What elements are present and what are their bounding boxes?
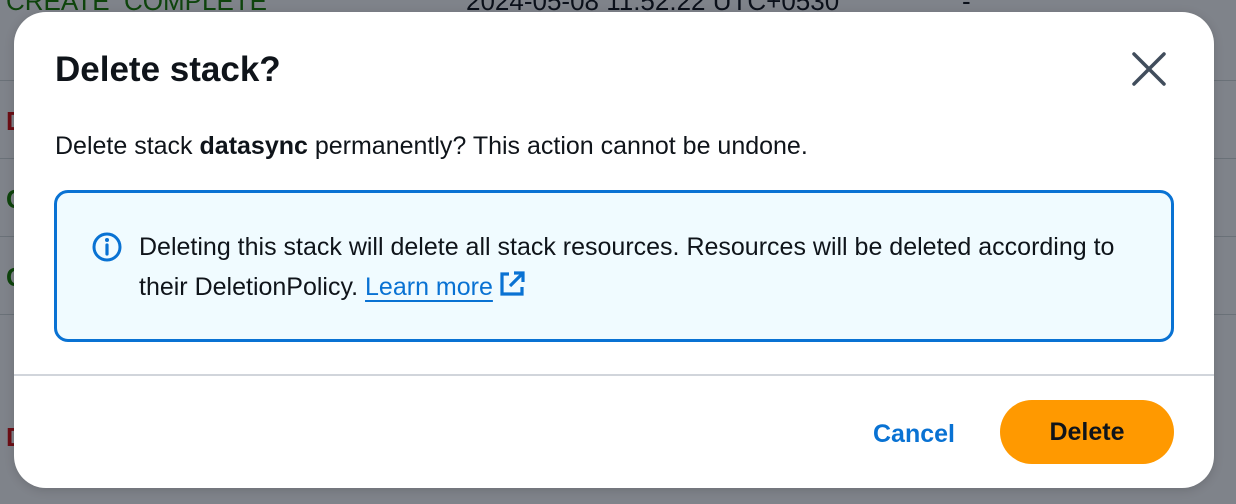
external-link-icon[interactable] <box>497 269 527 299</box>
message-suffix: permanently? This action cannot be undon… <box>307 132 808 160</box>
alert-message: Deleting this stack will delete all stac… <box>139 233 1115 301</box>
close-icon <box>1132 52 1166 86</box>
delete-stack-modal: Delete stack? Delete stack datasync perm… <box>14 12 1214 488</box>
delete-button[interactable]: Delete <box>1000 400 1174 464</box>
alert-text: Deleting this stack will delete all stac… <box>139 227 1129 307</box>
cancel-button[interactable]: Cancel <box>854 412 974 456</box>
info-icon <box>92 232 122 262</box>
message-prefix: Delete stack <box>55 132 200 160</box>
learn-more-label: Learn more <box>365 273 493 301</box>
stack-name: datasync <box>199 132 308 160</box>
footer-divider <box>14 374 1214 376</box>
learn-more-link[interactable]: Learn more <box>365 273 493 301</box>
info-alert: Deleting this stack will delete all stac… <box>54 190 1174 342</box>
modal-message: Delete stack datasync permanently? This … <box>55 132 808 161</box>
close-button[interactable] <box>1128 48 1172 92</box>
modal-title: Delete stack? <box>55 50 281 89</box>
